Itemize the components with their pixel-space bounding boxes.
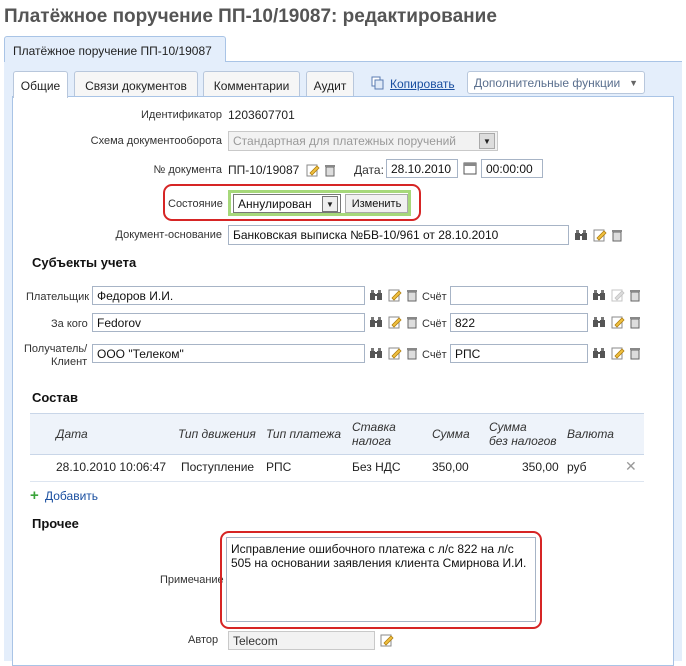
basis-input[interactable]: Банковская выписка №БВ-10/961 от 28.10.2… xyxy=(228,225,569,245)
tab-comments[interactable]: Комментарии xyxy=(203,71,300,97)
trash-icon[interactable] xyxy=(628,346,642,360)
for-whom-label: За кого xyxy=(51,318,88,330)
recipient-label-line1: Получатель/ xyxy=(24,343,88,355)
edit-icon[interactable] xyxy=(380,633,394,647)
tab-document-links[interactable]: Связи документов xyxy=(74,71,198,97)
binoculars-icon[interactable] xyxy=(369,346,383,360)
edit-icon[interactable] xyxy=(306,163,320,177)
recipient-account-input[interactable]: РПС xyxy=(450,344,588,363)
edit-icon[interactable] xyxy=(611,346,625,360)
author-input[interactable]: Telecom xyxy=(228,631,375,650)
add-link[interactable]: Добавить xyxy=(45,489,98,503)
edit-icon[interactable] xyxy=(388,288,402,302)
row-net: 350,00 xyxy=(522,460,559,474)
trash-icon[interactable] xyxy=(628,315,642,329)
state-label: Состояние xyxy=(168,198,223,210)
copy-icon[interactable] xyxy=(371,76,385,93)
composition-title: Состав xyxy=(32,390,78,405)
trash-icon[interactable] xyxy=(628,288,642,302)
edit-icon[interactable] xyxy=(593,228,607,242)
trash-icon[interactable] xyxy=(405,288,419,302)
payer-account-input[interactable] xyxy=(450,286,588,305)
page-title: Платёжное поручение ПП-10/19087: редакти… xyxy=(4,6,497,27)
col-date: Дата xyxy=(56,427,88,441)
col-tax-line1: Ставка xyxy=(352,420,396,434)
for-whom-account-input[interactable]: 822 xyxy=(450,313,588,332)
plus-icon[interactable]: + xyxy=(30,488,39,503)
col-tax-line2: налога xyxy=(352,434,392,448)
row-pay-type: РПС xyxy=(266,460,292,474)
id-label: Идентификатор xyxy=(141,109,222,121)
trash-icon[interactable] xyxy=(405,346,419,360)
trash-icon[interactable] xyxy=(610,228,624,242)
time-input[interactable]: 00:00:00 xyxy=(481,159,543,178)
note-textarea[interactable]: Исправление ошибочного платежа с л/с 822… xyxy=(226,537,536,622)
col-net-line1: Сумма xyxy=(489,420,527,434)
row-sum: 350,00 xyxy=(432,460,469,474)
outer-tab-document[interactable]: Платёжное поручение ПП-10/19087 xyxy=(4,36,226,62)
state-dropdown-icon[interactable]: ▼ xyxy=(322,196,338,212)
row-currency: руб xyxy=(567,460,587,474)
recipient-account-label: Счёт xyxy=(422,349,447,361)
scheme-dropdown-icon[interactable]: ▼ xyxy=(479,133,495,149)
binoculars-icon[interactable] xyxy=(574,228,588,242)
date-label: Дата: xyxy=(354,163,384,177)
copy-link[interactable]: Копировать xyxy=(390,77,455,91)
recipient-label-line2: Клиент xyxy=(50,356,88,368)
change-button[interactable]: Изменить xyxy=(345,194,408,213)
subjects-title: Субъекты учета xyxy=(32,255,137,270)
col-pay-type: Тип платежа xyxy=(266,427,342,441)
binoculars-icon[interactable] xyxy=(592,288,606,302)
extra-functions-dropdown[interactable]: Дополнительные функции ▼ xyxy=(467,71,645,94)
payer-account-label: Счёт xyxy=(422,291,447,303)
col-tax: Ставка налога xyxy=(352,420,396,448)
binoculars-icon[interactable] xyxy=(369,315,383,329)
col-currency: Валюта xyxy=(567,427,614,441)
binoculars-icon[interactable] xyxy=(369,288,383,302)
recipient-label: Получатель/ Клиент xyxy=(24,343,87,369)
tab-audit[interactable]: Аудит xyxy=(306,71,354,97)
date-input[interactable]: 28.10.2010 xyxy=(386,159,458,178)
trash-icon[interactable] xyxy=(405,315,419,329)
trash-icon[interactable] xyxy=(323,163,337,177)
note-label: Примечание xyxy=(160,574,224,586)
other-title: Прочее xyxy=(32,516,79,531)
col-sum: Сумма xyxy=(432,427,470,441)
binoculars-icon[interactable] xyxy=(592,346,606,360)
edit-icon[interactable] xyxy=(611,315,625,329)
col-move-type: Тип движения xyxy=(178,427,256,441)
for-whom-input[interactable]: Fedorov xyxy=(92,313,365,332)
payer-input[interactable]: Федоров И.И. xyxy=(92,286,365,305)
basis-label: Документ-основание xyxy=(115,229,222,241)
state-value: Аннулирован xyxy=(238,196,312,211)
edit-icon[interactable] xyxy=(388,346,402,360)
id-value: 1203607701 xyxy=(228,108,295,122)
recipient-input[interactable]: ООО "Телеком" xyxy=(92,344,365,363)
docnum-label: № документа xyxy=(153,164,223,176)
row-date: 28.10.2010 10:06:47 xyxy=(56,460,167,474)
col-net-line2: без налогов xyxy=(489,434,557,448)
for-whom-account-label: Счёт xyxy=(422,318,447,330)
row-move-type: Поступление xyxy=(181,460,255,474)
scheme-value: Стандартная для платежных поручений xyxy=(233,134,456,148)
row-tax: Без НДС xyxy=(352,460,401,474)
binoculars-icon[interactable] xyxy=(592,315,606,329)
scheme-select[interactable]: Стандартная для платежных поручений xyxy=(228,131,498,151)
col-net: Сумма без налогов xyxy=(489,420,557,448)
docnum-value: ПП-10/19087 xyxy=(228,163,300,177)
tab-general[interactable]: Общие xyxy=(13,71,68,98)
scheme-label: Схема документооборота xyxy=(90,135,222,147)
edit-icon[interactable] xyxy=(388,315,402,329)
calendar-icon[interactable] xyxy=(463,161,477,175)
extra-functions-label: Дополнительные функции xyxy=(474,75,621,90)
edit-icon[interactable] xyxy=(611,288,625,302)
chevron-down-icon: ▼ xyxy=(629,77,638,88)
delete-row-icon[interactable]: ✕ xyxy=(625,458,637,475)
payer-label: Плательщик xyxy=(26,291,90,303)
author-label: Автор xyxy=(188,634,219,646)
